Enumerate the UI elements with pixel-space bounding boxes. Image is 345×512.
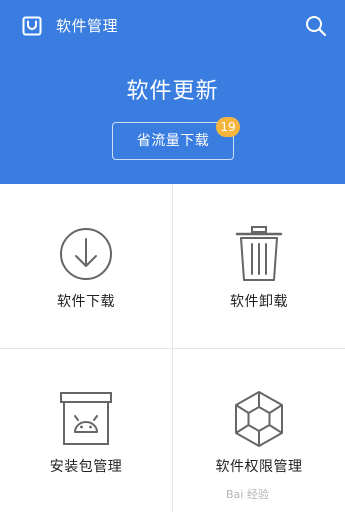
software-update-title: 软件更新 xyxy=(126,79,219,104)
download-circle-icon xyxy=(60,228,112,280)
permission-management-label: 软件权限管理 xyxy=(215,459,303,475)
watermark: Bai 经验 xyxy=(226,488,269,501)
software-download-tile[interactable]: 软件下载 xyxy=(0,184,172,348)
hexagon-shield-icon xyxy=(235,391,283,447)
hero-header: 软件管理 软件更新 省流量下载 19 xyxy=(0,0,345,184)
update-count-badge: 19 xyxy=(216,117,240,137)
software-uninstall-label: 软件卸载 xyxy=(230,294,288,310)
software-download-label: 软件下载 xyxy=(57,294,115,310)
shopping-bag-icon xyxy=(22,16,42,36)
android-box-icon xyxy=(60,392,112,445)
software-uninstall-tile[interactable]: 软件卸载 xyxy=(173,184,345,348)
app-title: 软件管理 xyxy=(56,17,119,35)
search-icon[interactable] xyxy=(304,14,328,38)
software-manager-screen: 软件管理 软件更新 省流量下载 19 软件下载 软件卸载 安装包管理 软件权限管… xyxy=(0,0,345,512)
top-bar: 软件管理 xyxy=(0,0,345,52)
trash-can-icon xyxy=(235,226,283,281)
package-management-label: 安装包管理 xyxy=(49,459,123,475)
package-management-tile[interactable]: 安装包管理 xyxy=(0,349,172,512)
